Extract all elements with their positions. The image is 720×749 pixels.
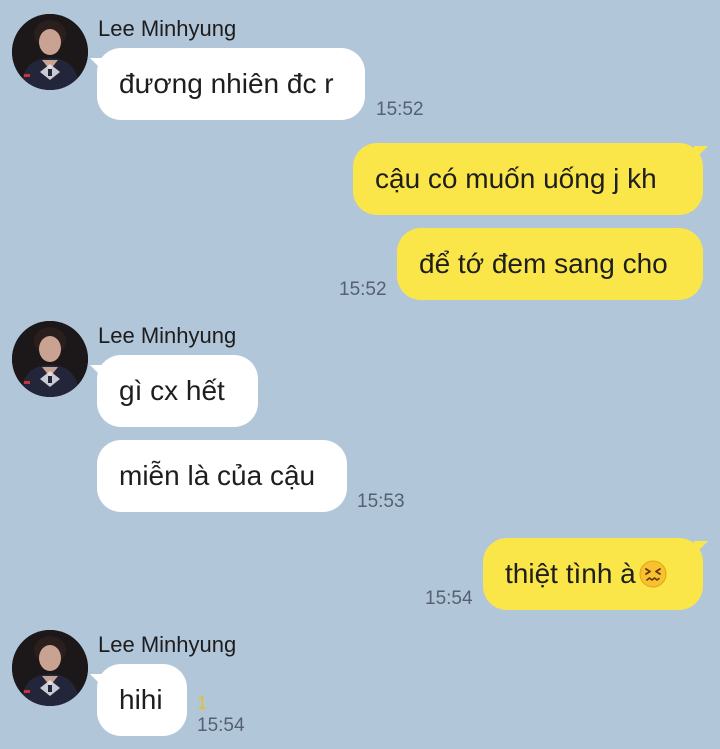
- message-bubble-outgoing[interactable]: thiệt tình à: [483, 538, 703, 610]
- sender-name: Lee Minhyung: [98, 323, 237, 348]
- avatar-photo-icon: [12, 321, 88, 397]
- message-text: thiệt tình à: [505, 558, 636, 589]
- message-bubble-incoming[interactable]: hihi: [97, 664, 187, 736]
- message-bubble-outgoing[interactable]: để tớ đem sang cho: [397, 228, 703, 300]
- message-timestamp: 15:54: [197, 715, 245, 736]
- sender-name: Lee Minhyung: [98, 16, 237, 41]
- message-timestamp: 15:52: [339, 279, 387, 300]
- message-timestamp: 15:54: [425, 588, 473, 609]
- message-bubble-outgoing[interactable]: cậu có muốn uống j kh: [353, 143, 703, 215]
- contact-avatar[interactable]: [12, 630, 88, 706]
- contact-avatar[interactable]: [12, 321, 88, 397]
- bubble-tail: [694, 146, 708, 160]
- bubble-tail: [694, 541, 708, 555]
- contact-avatar[interactable]: [12, 14, 88, 90]
- message-bubble-incoming[interactable]: gì cx hết: [97, 355, 258, 427]
- avatar-photo-icon: [12, 14, 88, 90]
- message-bubble-incoming[interactable]: miễn là của cậu: [97, 440, 347, 512]
- unread-count: 1: [197, 693, 208, 713]
- avatar-photo-icon: [12, 630, 88, 706]
- message-timestamp: 15:52: [376, 99, 424, 120]
- message-bubble-incoming[interactable]: đương nhiên đc r: [97, 48, 365, 120]
- sender-name: Lee Minhyung: [98, 632, 237, 657]
- message-timestamp: 15:53: [357, 491, 405, 512]
- confounded-face-emoji-icon: [638, 559, 668, 589]
